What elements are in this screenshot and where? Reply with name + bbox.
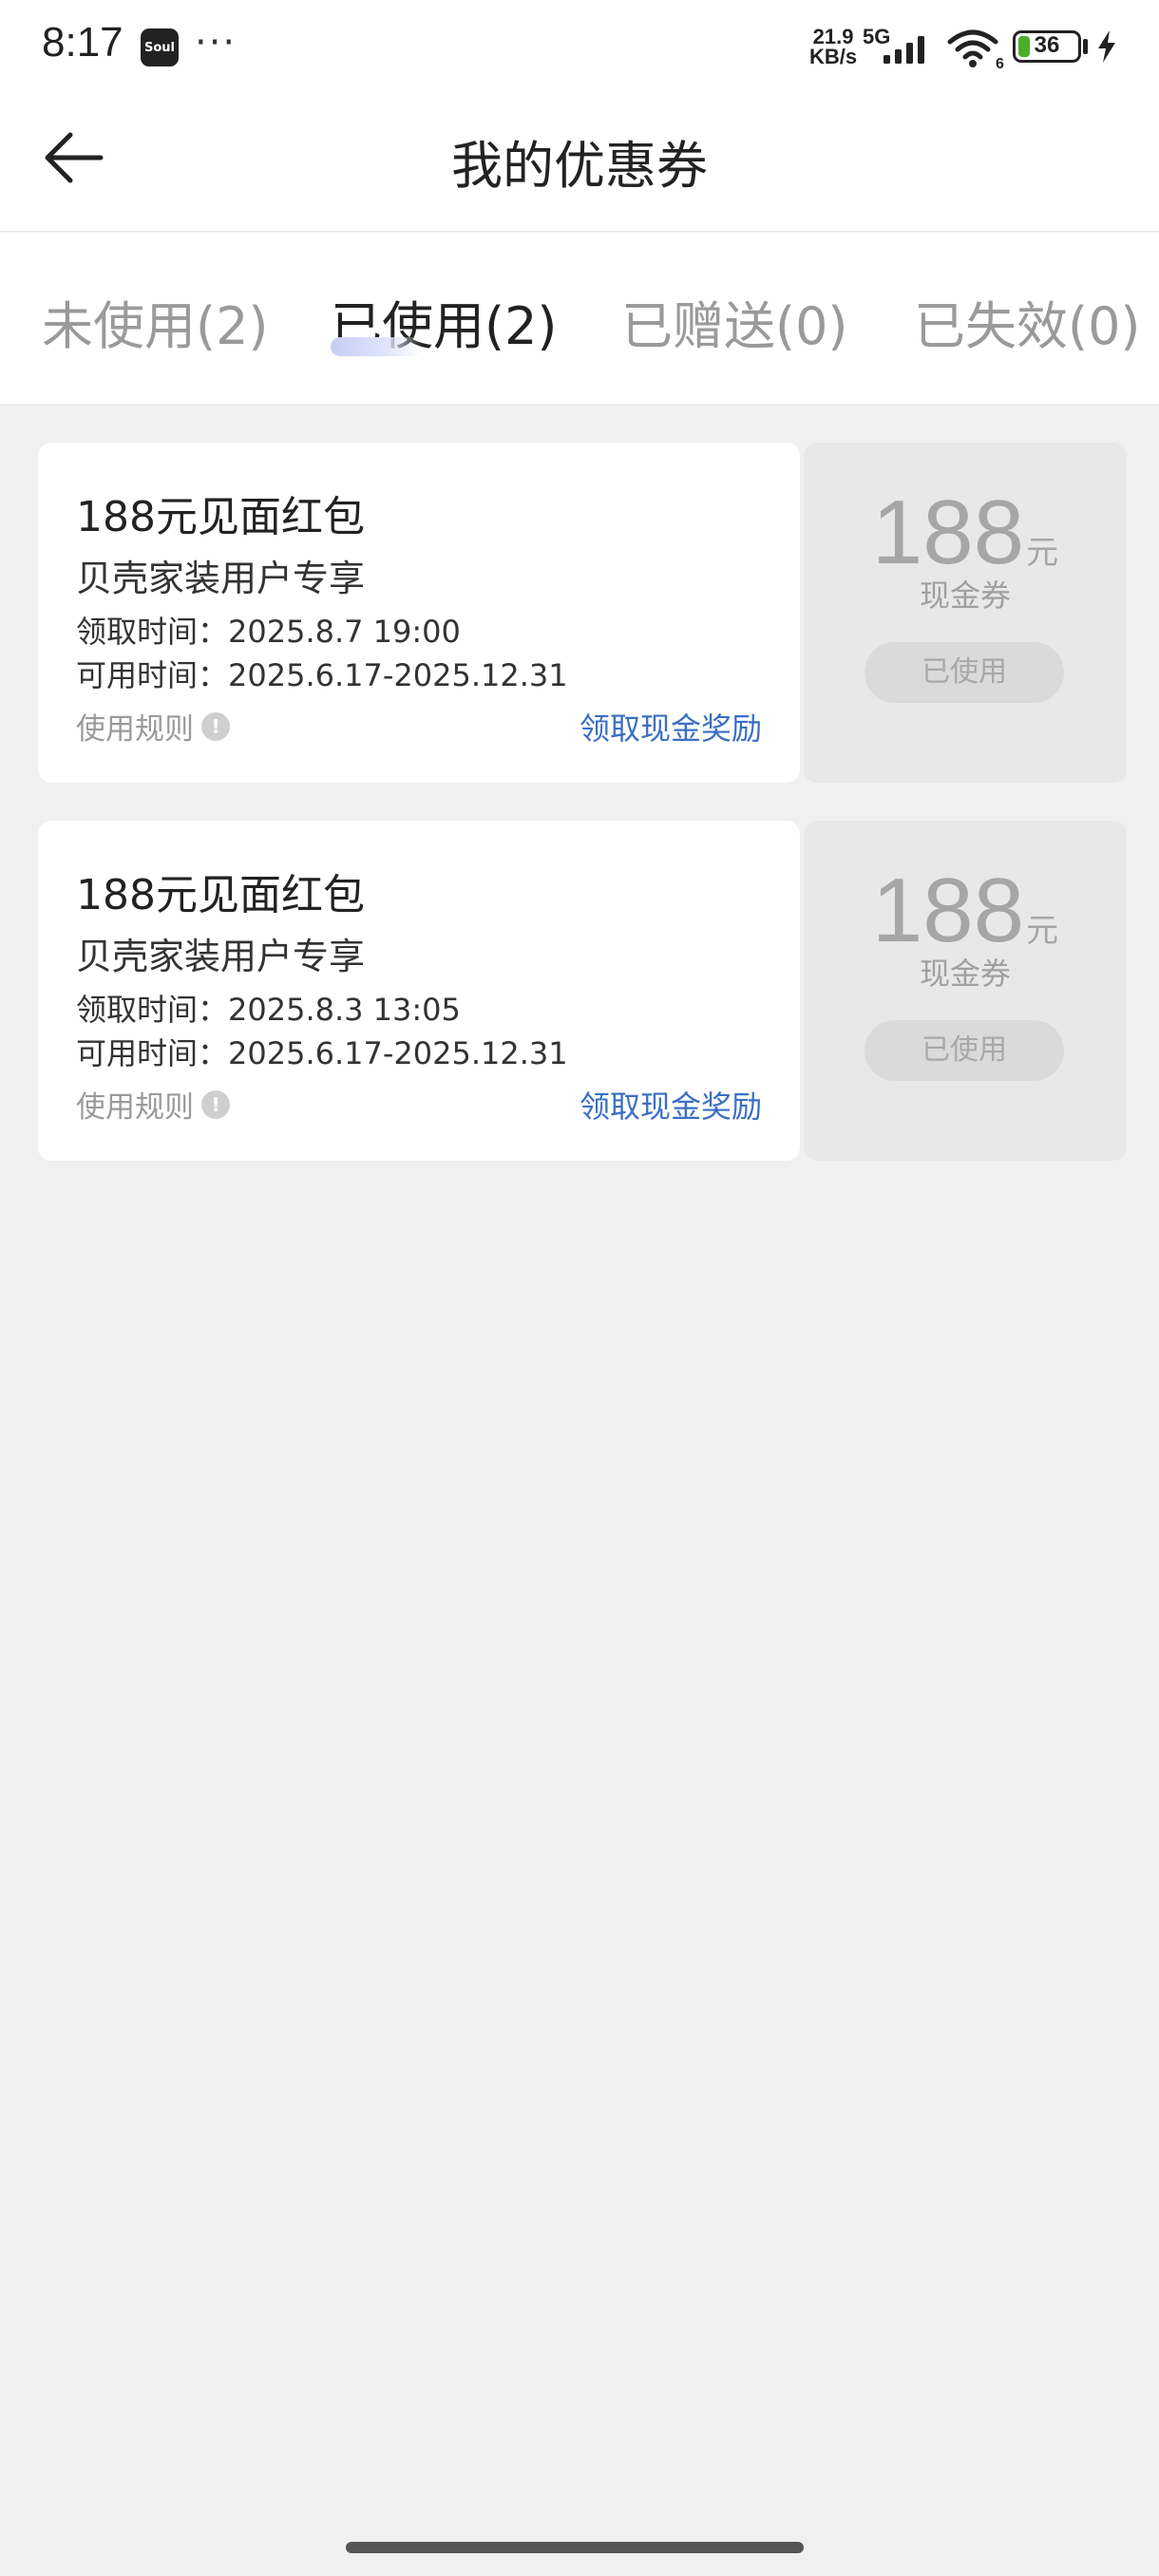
- tab-gifted[interactable]: 已赠送(0): [621, 284, 848, 359]
- coupon-valid-time: 可用时间：2025.6.17-2025.12.31: [76, 657, 568, 693]
- coupon-claim-time: 领取时间：2025.8.7 19:00: [76, 614, 461, 650]
- tab-unused[interactable]: 未使用(2): [42, 284, 269, 359]
- more-notifications-icon: ···: [195, 21, 238, 65]
- claim-cash-reward-link[interactable]: 领取现金奖励: [580, 1083, 762, 1127]
- battery-percent: 36: [1034, 32, 1060, 58]
- used-status-button: 已使用: [864, 1020, 1064, 1081]
- coupon-amount-number: 188: [871, 482, 1025, 583]
- status-bar: 8:17 Soul ··· 21.9 KB/s 5G 6 36: [0, 0, 1159, 95]
- wifi-badge: 6: [996, 56, 1004, 70]
- charging-icon: [1098, 30, 1115, 63]
- coupon-amount-unit: 元: [1026, 912, 1059, 950]
- used-status-button: 已使用: [864, 642, 1064, 703]
- coupon-amount-unit: 元: [1026, 534, 1059, 572]
- coupon-title: 188元见面红包: [76, 871, 365, 919]
- page-title: 我的优惠券: [451, 136, 708, 196]
- coupon-claim-time: 领取时间：2025.8.3 13:05: [76, 992, 461, 1028]
- coupon-value-panel: 188元 现金券 已使用: [804, 443, 1127, 783]
- signal-icon: [884, 36, 924, 64]
- battery-icon: 36: [1013, 30, 1081, 63]
- coupon-card: 188元见面红包 贝壳家装用户专享 领取时间：2025.8.3 13:05 可用…: [38, 821, 1127, 1161]
- tab-expired[interactable]: 已失效(0): [914, 284, 1141, 359]
- app-header: 我的优惠券: [0, 95, 1159, 232]
- active-tab-indicator: [331, 337, 422, 356]
- wifi-icon: 6: [947, 29, 1004, 70]
- coupon-info: 188元见面红包 贝壳家装用户专享 领取时间：2025.8.3 13:05 可用…: [38, 821, 800, 1161]
- info-icon[interactable]: !: [201, 711, 230, 741]
- coupon-card: 188元见面红包 贝壳家装用户专享 领取时间：2025.8.7 19:00 可用…: [38, 443, 1127, 783]
- network-speed: 21.9 KB/s: [809, 25, 858, 68]
- usage-rules-label: 使用规则: [76, 712, 194, 747]
- coupon-subtitle: 贝壳家装用户专享: [76, 936, 366, 977]
- home-indicator[interactable]: [346, 2542, 804, 2553]
- coupon-value-panel: 188元 现金券 已使用: [804, 821, 1127, 1161]
- network-speed-unit: KB/s: [809, 45, 858, 68]
- usage-rules-link[interactable]: 使用规则 !: [76, 705, 230, 748]
- network-speed-value: 21.9: [812, 25, 854, 48]
- info-icon[interactable]: !: [201, 1089, 230, 1119]
- coupon-amount: 188元: [804, 859, 1127, 963]
- usage-rules-label: 使用规则: [76, 1090, 194, 1125]
- usage-rules-link[interactable]: 使用规则 !: [76, 1083, 230, 1126]
- coupon-type: 现金券: [919, 578, 1011, 614]
- coupon-title: 188元见面红包: [76, 493, 365, 541]
- coupon-subtitle: 贝壳家装用户专享: [76, 558, 366, 599]
- battery-cap: [1083, 39, 1088, 54]
- coupon-valid-time: 可用时间：2025.6.17-2025.12.31: [76, 1035, 568, 1071]
- coupon-type: 现金券: [919, 956, 1011, 992]
- coupon-amount-number: 188: [871, 860, 1025, 961]
- claim-cash-reward-link[interactable]: 领取现金奖励: [580, 705, 762, 748]
- status-time: 8:17: [42, 19, 124, 66]
- soul-app-icon: Soul: [141, 28, 179, 66]
- coupon-amount: 188元: [804, 481, 1127, 585]
- coupon-tabs: 未使用(2) 已使用(2) 已赠送(0) 已失效(0): [0, 233, 1159, 404]
- coupon-info: 188元见面红包 贝壳家装用户专享 领取时间：2025.8.7 19:00 可用…: [38, 443, 800, 783]
